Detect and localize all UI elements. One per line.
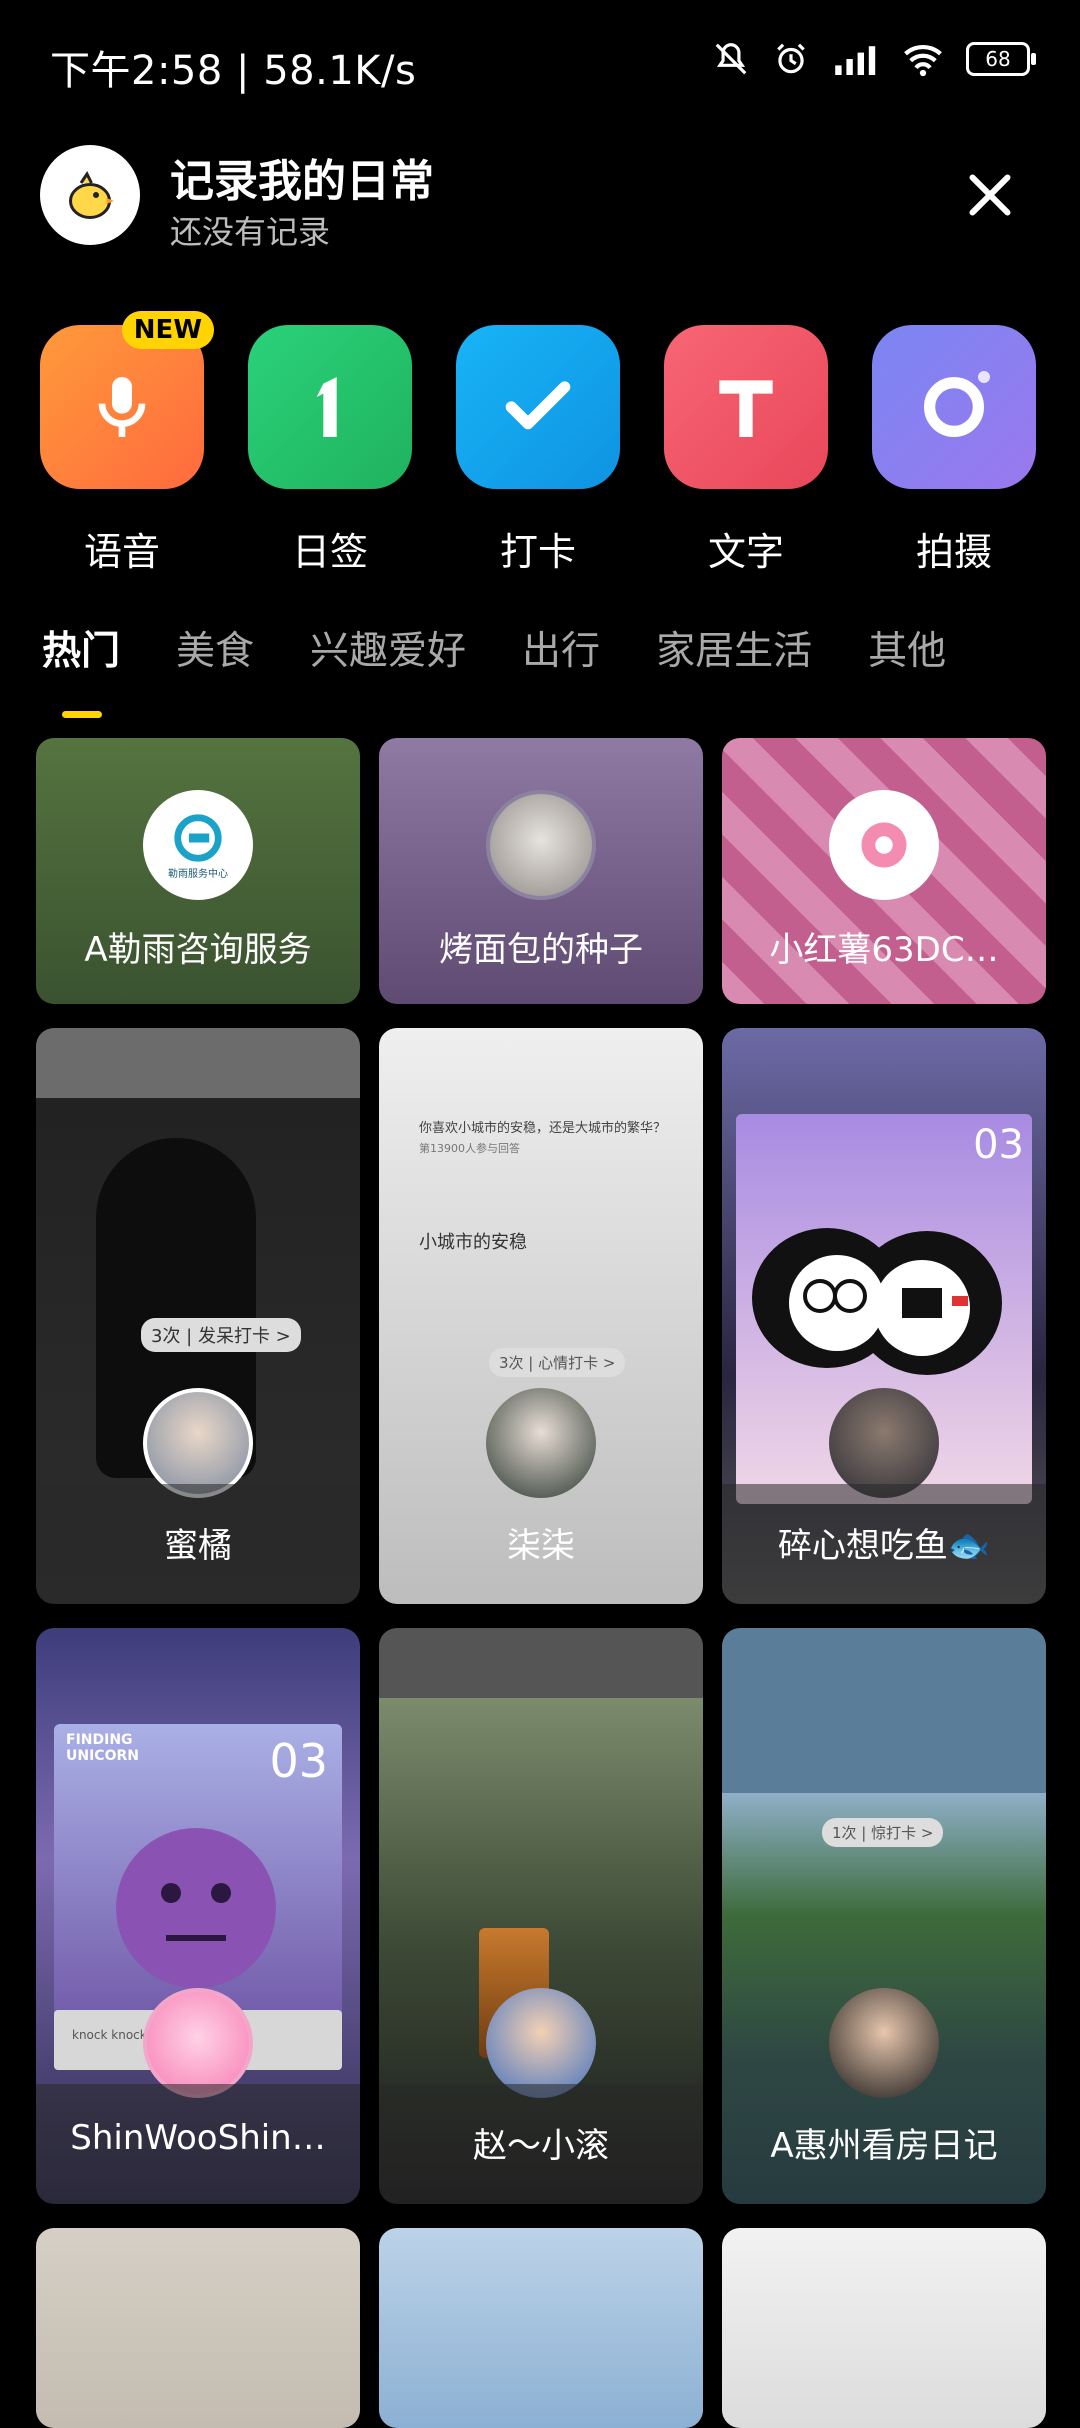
card-item[interactable]: 烤面包的种子 (379, 738, 703, 1004)
card-item[interactable]: 你喜欢小城市的安稳，还是大城市的繁华？ 第13900人参与回答 小城市的安稳 3… (379, 1028, 703, 1604)
card-date-number: 03 (269, 1734, 328, 1788)
tool-daily-sign[interactable]: 日签 (248, 325, 412, 576)
card-answer: 小城市的安稳 (419, 1232, 527, 1253)
tool-checkin[interactable]: 打卡 (456, 325, 620, 576)
tab-hot[interactable]: 热门 (42, 620, 120, 718)
card-title: 赵～小滚 (473, 2126, 609, 2166)
card-title: 烤面包的种子 (439, 930, 643, 970)
close-icon (969, 174, 1011, 216)
tab-food[interactable]: 美食 (176, 620, 254, 676)
card-item[interactable] (36, 2228, 360, 2428)
card-avatar (486, 790, 596, 900)
card-item[interactable]: FINDING UNICORN 03 knock knock ShinWooSh… (36, 1628, 360, 2204)
status-bar: 下午2:58 | 58.1K/s 68 (0, 0, 1080, 120)
tool-text[interactable]: 文字 (664, 325, 828, 576)
card-avatar (829, 1988, 939, 2098)
tool-shoot-label: 拍摄 (915, 530, 992, 574)
card-title: A惠州看房日记 (770, 2126, 998, 2166)
tool-daily-sign-label: 日签 (291, 530, 368, 574)
alarm-icon (777, 43, 805, 74)
cartoon-monster-icon (116, 1828, 276, 1988)
service-logo-text: 勒雨服务中心 (168, 868, 228, 880)
card-count: 第13900人参与回答 (419, 1142, 520, 1155)
card-pill: 1次 | 惊打卡 > (822, 1818, 944, 1847)
category-tabs: 热门 美食 兴趣爱好 出行 家居生活 其他 (42, 620, 946, 718)
card-photo-title: FINDING UNICORN (66, 1732, 139, 1764)
card-avatar: 勒雨服务中心 (143, 790, 253, 900)
tool-shoot-tile[interactable] (872, 325, 1036, 489)
avatar[interactable] (40, 145, 140, 245)
service-logo-icon (174, 813, 222, 862)
tab-hobby[interactable]: 兴趣爱好 (310, 620, 466, 676)
tool-checkin-tile[interactable] (456, 325, 620, 489)
status-icons: 68 (712, 40, 1036, 78)
tool-shoot[interactable]: 拍摄 (872, 325, 1036, 576)
card-title: 小红薯63DC… (769, 930, 999, 970)
donut-icon (861, 822, 907, 868)
mic-icon (98, 377, 146, 437)
camera-circle-icon (924, 371, 990, 437)
card-item[interactable]: 1次 | 惊打卡 > A惠州看房日记 (722, 1628, 1046, 2204)
card-date-number: 03 (973, 1122, 1024, 1168)
mute-bell-icon (715, 43, 747, 75)
card-avatar (143, 1388, 253, 1498)
card-avatar (486, 1988, 596, 2098)
tool-daily-sign-tile[interactable] (248, 325, 412, 489)
card-item[interactable]: 赵～小滚 (379, 1628, 703, 2204)
card-title: 蜜橘 (164, 1526, 232, 1566)
card-title: 柒柒 (507, 1526, 575, 1566)
tool-voice[interactable]: NEW 语音 (40, 311, 214, 576)
card-avatar (143, 1988, 253, 2098)
tab-travel[interactable]: 出行 (522, 620, 600, 676)
tool-text-label: 文字 (707, 530, 784, 574)
tool-voice-tile[interactable]: NEW (40, 311, 214, 489)
card-title: A勒雨咨询服务 (84, 930, 312, 970)
new-badge: NEW (121, 311, 214, 349)
tab-home-life[interactable]: 家居生活 (656, 620, 812, 676)
battery-icon: 68 (966, 42, 1036, 76)
card-question: 你喜欢小城市的安稳，还是大城市的繁华？ (419, 1121, 667, 1136)
card-avatar (829, 1388, 939, 1498)
tab-other[interactable]: 其他 (868, 620, 946, 676)
card-avatar (486, 1388, 596, 1498)
wifi-icon (904, 45, 942, 77)
card-title: 碎心想吃鱼🐟 (777, 1526, 991, 1566)
tool-voice-label: 语音 (83, 530, 160, 574)
card-item[interactable]: 勒雨服务中心 A勒雨咨询服务 (36, 738, 360, 1004)
card-item[interactable] (379, 2228, 703, 2428)
page-title: 记录我的日常 (170, 156, 434, 207)
card-item[interactable]: 小红薯63DC… (722, 738, 1046, 1004)
card-note: knock knock (72, 2028, 147, 2042)
diary-header: 记录我的日常 还没有记录 (40, 145, 1040, 255)
card-item[interactable]: 03 碎心想吃鱼🐟 (722, 1028, 1046, 1604)
close-button[interactable] (960, 165, 1020, 225)
tool-checkin-label: 打卡 (499, 530, 576, 574)
chick-icon (69, 171, 114, 219)
text-t-icon (719, 380, 773, 437)
card-pill: 3次 | 发呆打卡 > (141, 1318, 301, 1352)
number-one-icon (316, 377, 337, 437)
status-time-speed: 下午2:58 | 58.1K/s (50, 48, 417, 94)
card-avatar (829, 790, 939, 900)
check-icon (505, 381, 571, 430)
cartoon-panda-icon (752, 1228, 1002, 1375)
record-tools: NEW 语音 日签 打卡 文字 拍摄 (40, 311, 1060, 576)
page-subtitle: 还没有记录 (170, 213, 331, 251)
card-item[interactable]: 3次 | 发呆打卡 > 蜜橘 (36, 1028, 360, 1604)
card-title: ShinWooShin… (70, 2118, 326, 2158)
tool-text-tile[interactable] (664, 325, 828, 489)
card-pill: 3次 | 心情打卡 > (489, 1348, 626, 1377)
signal-icon (835, 46, 876, 75)
card-item[interactable] (722, 2228, 1046, 2428)
